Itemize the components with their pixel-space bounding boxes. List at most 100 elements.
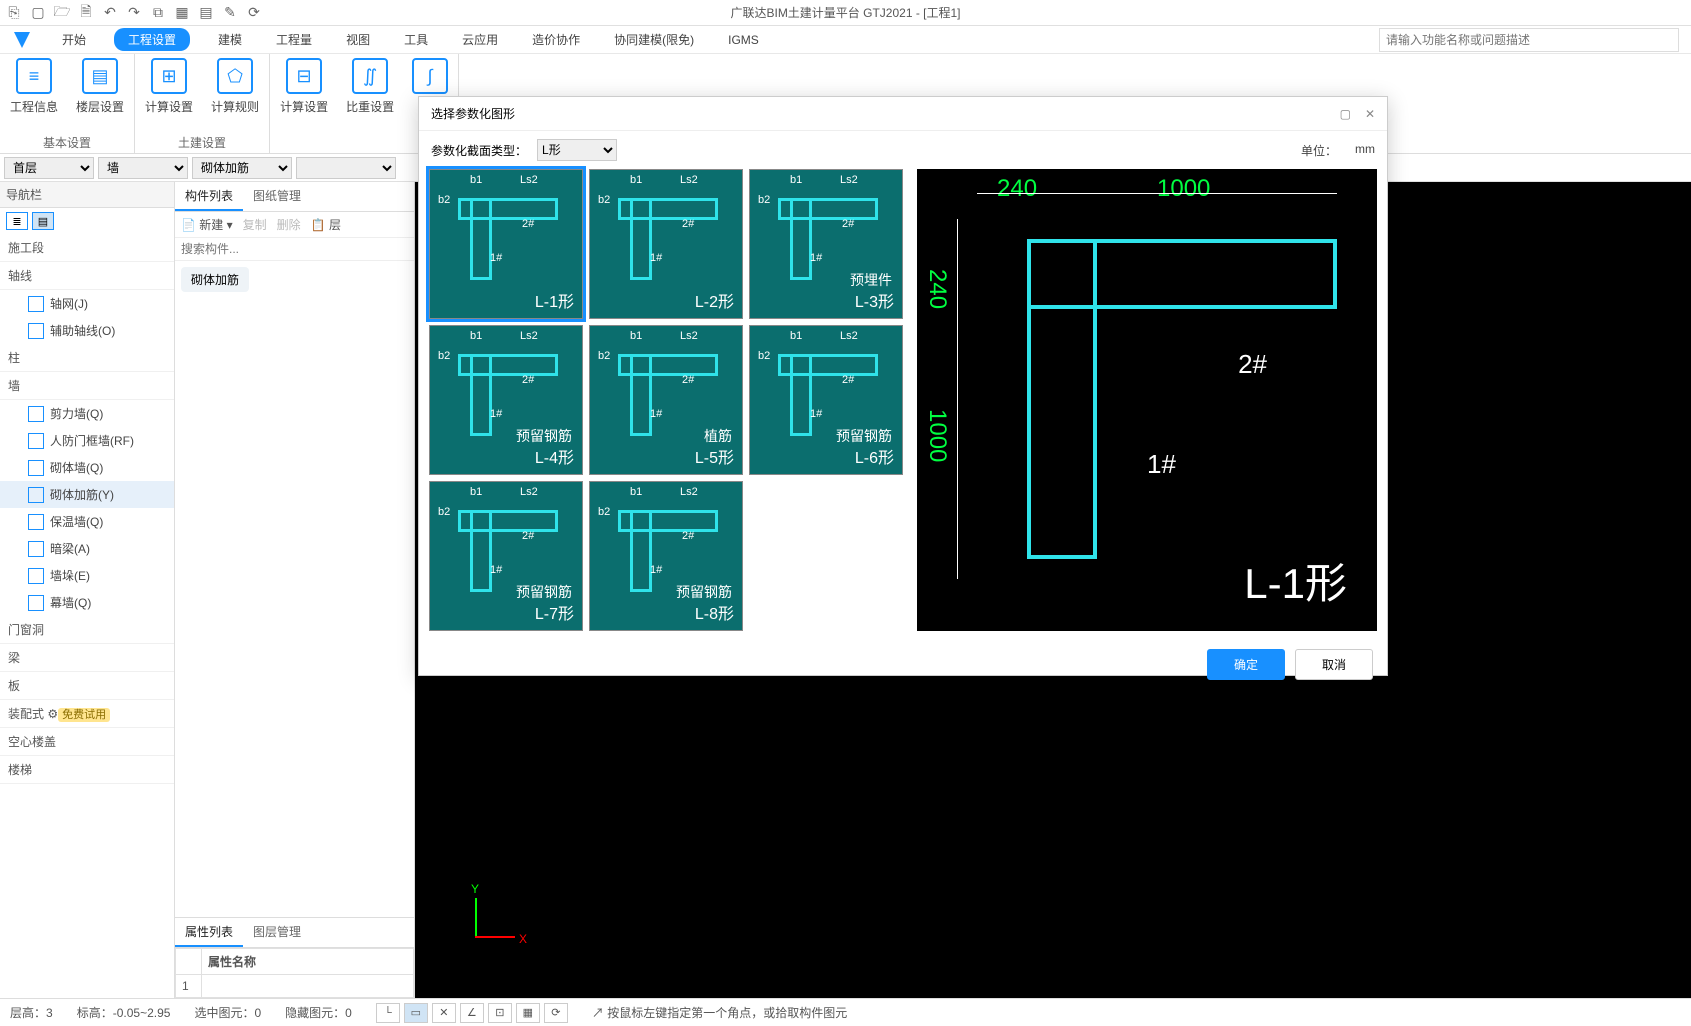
type-select[interactable]: L形 xyxy=(537,139,617,161)
qa-icon[interactable]: ⟳ xyxy=(246,5,262,21)
tool-icon[interactable]: ∠ xyxy=(460,1003,484,1023)
wall-icon xyxy=(28,514,44,530)
beam-icon xyxy=(28,541,44,557)
qa-icon[interactable]: ▦ xyxy=(174,5,190,21)
close-icon[interactable]: ✕ xyxy=(1365,107,1375,121)
shape-thumb[interactable]: b1 Ls2 b2 2# 1# 预留钢筋 L-7形 xyxy=(429,481,583,631)
nav-item-shearwall[interactable]: 剪力墙(Q) xyxy=(0,400,174,427)
navigator-panel: 导航栏 ≣ ▤ 施工段 轴线 轴网(J) 辅助轴线(O) 柱 墙 剪力墙(Q) … xyxy=(0,182,175,998)
btn-layer[interactable]: 📋 层 xyxy=(311,216,341,233)
view-mode-tree-icon[interactable]: ≣ xyxy=(6,212,28,230)
type-label: 参数化截面类型： xyxy=(431,142,527,159)
nav-item-hiddenbeam[interactable]: 暗梁(A) xyxy=(0,535,174,562)
menu-quantity[interactable]: 工程量 xyxy=(270,28,318,51)
nav-item-axis[interactable]: 轴网(J) xyxy=(0,290,174,317)
extra-select[interactable] xyxy=(296,157,396,179)
prop-cell[interactable] xyxy=(202,975,414,998)
menu-start[interactable]: 开始 xyxy=(56,28,92,51)
nav-item-curtainwall[interactable]: 幕墙(Q) xyxy=(0,589,174,616)
qa-icon[interactable]: 🗎 xyxy=(78,5,94,21)
main-menu: 开始 工程设置 建模 工程量 视图 工具 云应用 造价协作 协同建模(限免) I… xyxy=(0,26,1691,54)
category-select[interactable]: 墙 xyxy=(98,157,188,179)
subcategory-select[interactable]: 砌体加筋 xyxy=(192,157,292,179)
qa-icon[interactable]: ▢ xyxy=(30,5,46,21)
nav-section[interactable]: 梁 xyxy=(0,644,174,672)
status-item: 隐藏图元：0 xyxy=(285,1004,352,1021)
shape-thumb[interactable]: b1 Ls2 b2 2# 1# L-2形 xyxy=(589,169,743,319)
tab-properties[interactable]: 属性列表 xyxy=(175,918,243,947)
tool-icon[interactable]: └ xyxy=(376,1003,400,1023)
btn-project-info[interactable]: ≡工程信息 xyxy=(10,58,58,132)
property-table: 属性名称 1 xyxy=(175,948,414,998)
nav-section[interactable]: 楼梯 xyxy=(0,756,174,784)
qa-icon[interactable]: ⎘ xyxy=(6,5,22,21)
floor-select[interactable]: 首层 xyxy=(4,157,94,179)
component-search-input[interactable] xyxy=(175,238,414,261)
nav-section[interactable]: 施工段 xyxy=(0,234,174,262)
qa-icon[interactable]: ↷ xyxy=(126,5,142,21)
global-search-input[interactable] xyxy=(1379,28,1679,52)
maximize-icon[interactable]: ▢ xyxy=(1340,107,1351,121)
shape-thumb[interactable]: b1 Ls2 b2 2# 1# 预留钢筋 L-4形 xyxy=(429,325,583,475)
shape-thumb[interactable]: b1 Ls2 b2 2# 1# 预埋件 L-3形 xyxy=(749,169,903,319)
nav-item-insulwall[interactable]: 保温墙(Q) xyxy=(0,508,174,535)
shape-thumb[interactable]: b1 Ls2 b2 2# 1# 预留钢筋 L-8形 xyxy=(589,481,743,631)
menu-collab[interactable]: 协同建模(限免) xyxy=(608,28,700,51)
tool-icon[interactable]: ▦ xyxy=(516,1003,540,1023)
menu-cloud[interactable]: 云应用 xyxy=(456,28,504,51)
nav-section-prefab[interactable]: 装配式 ⚙免费试用 xyxy=(0,700,174,728)
nav-item-masonry-reinf[interactable]: 砌体加筋(Y) xyxy=(0,481,174,508)
btn-calc-settings2[interactable]: ⊟计算设置 xyxy=(280,58,328,135)
tab-layers[interactable]: 图层管理 xyxy=(243,918,311,947)
shape-thumb[interactable]: b1 Ls2 b2 2# 1# 植筋 L-5形 xyxy=(589,325,743,475)
quick-access-toolbar: ⎘ ▢ 🗁 🗎 ↶ ↷ ⧉ ▦ ▤ ✎ ⟳ 广联达BIM土建计量平台 GTJ20… xyxy=(0,0,1691,26)
btn-new[interactable]: 📄 新建 ▾ xyxy=(181,216,233,233)
nav-item-pier[interactable]: 墙垛(E) xyxy=(0,562,174,589)
nav-item-defensewall[interactable]: 人防门框墙(RF) xyxy=(0,427,174,454)
cancel-button[interactable]: 取消 xyxy=(1295,649,1373,680)
shape-thumb[interactable]: b1 Ls2 b2 2# 1# L-1形 xyxy=(429,169,583,319)
grid-icon xyxy=(28,323,44,339)
nav-item-masonrywall[interactable]: 砌体墙(Q) xyxy=(0,454,174,481)
nav-section[interactable]: 板 xyxy=(0,672,174,700)
component-chip[interactable]: 砌体加筋 xyxy=(181,267,249,292)
btn-floor-settings[interactable]: ▤楼层设置 xyxy=(76,58,124,132)
nav-section[interactable]: 空心楼盖 xyxy=(0,728,174,756)
menu-view[interactable]: 视图 xyxy=(340,28,376,51)
qa-icon[interactable]: 🗁 xyxy=(54,5,70,21)
tool-icon[interactable]: ⊡ xyxy=(488,1003,512,1023)
nav-section[interactable]: 门窗洞 xyxy=(0,616,174,644)
tool-icon[interactable]: ✕ xyxy=(432,1003,456,1023)
nav-section[interactable]: 墙 xyxy=(0,372,174,400)
unit-value: mm xyxy=(1355,142,1375,159)
tool-icon[interactable]: ▭ xyxy=(404,1003,428,1023)
ok-button[interactable]: 确定 xyxy=(1207,649,1285,680)
tab-drawings[interactable]: 图纸管理 xyxy=(243,182,311,211)
menu-project-settings[interactable]: 工程设置 xyxy=(114,28,190,51)
dialog-title: 选择参数化图形 xyxy=(431,105,515,122)
prop-header: 属性名称 xyxy=(202,949,414,975)
tab-components[interactable]: 构件列表 xyxy=(175,182,243,211)
menu-igms[interactable]: IGMS xyxy=(722,30,765,50)
btn-calc-rules[interactable]: ⬠计算规则 xyxy=(211,58,259,132)
view-mode-list-icon[interactable]: ▤ xyxy=(32,212,54,230)
dim-line xyxy=(977,193,1337,194)
qa-icon[interactable]: ✎ xyxy=(222,5,238,21)
nav-item-auxaxis[interactable]: 辅助轴线(O) xyxy=(0,317,174,344)
qa-icon[interactable]: ↶ xyxy=(102,5,118,21)
shape-thumb[interactable]: b1 Ls2 b2 2# 1# 预留钢筋 L-6形 xyxy=(749,325,903,475)
menu-model[interactable]: 建模 xyxy=(212,28,248,51)
nav-section[interactable]: 柱 xyxy=(0,344,174,372)
btn-weight[interactable]: ∬比重设置 xyxy=(346,58,394,135)
status-hint: ↗ 按鼠标左键指定第一个角点，或拾取构件图元 xyxy=(592,1004,847,1021)
qa-icon[interactable]: ▤ xyxy=(198,5,214,21)
btn-copy: 复制 xyxy=(243,216,267,233)
menu-tools[interactable]: 工具 xyxy=(398,28,434,51)
menu-cost[interactable]: 造价协作 xyxy=(526,28,586,51)
wall-icon xyxy=(28,595,44,611)
nav-section[interactable]: 轴线 xyxy=(0,262,174,290)
tool-icon[interactable]: ⟳ xyxy=(544,1003,568,1023)
btn-calc-settings[interactable]: ⊞计算设置 xyxy=(145,58,193,132)
parametric-shape-dialog: 选择参数化图形 ▢ ✕ 参数化截面类型： L形 单位： mm b1 Ls2 b2… xyxy=(418,96,1388,676)
qa-icon[interactable]: ⧉ xyxy=(150,5,166,21)
